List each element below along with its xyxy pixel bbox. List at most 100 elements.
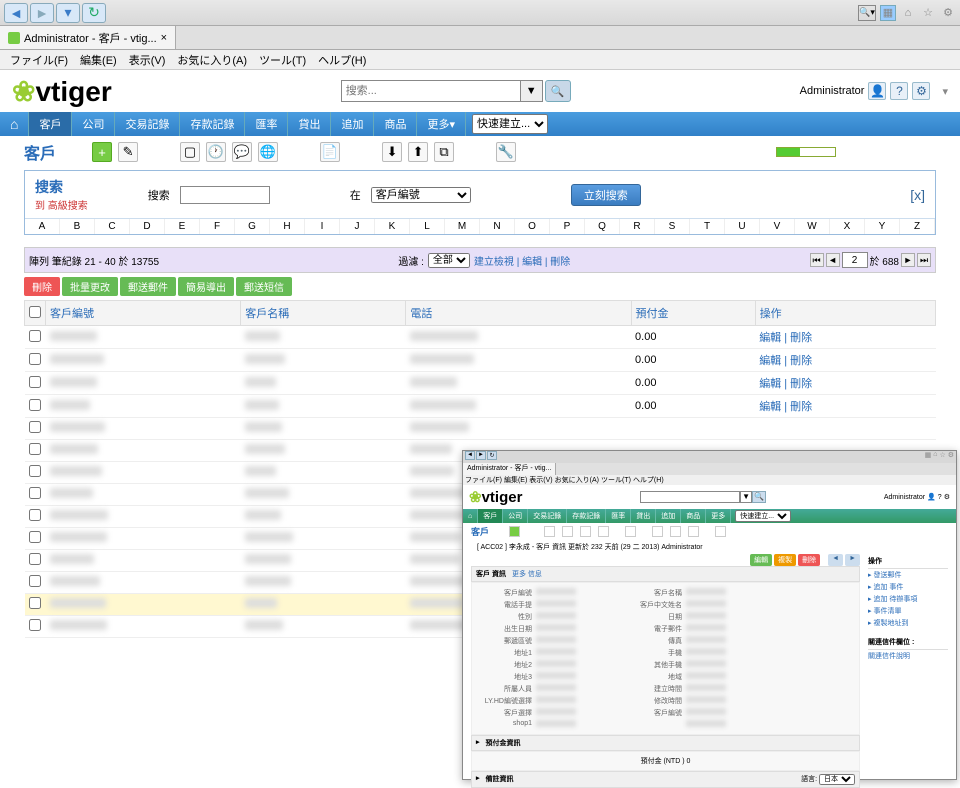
ov-menu-item[interactable]: ファイル(F)	[465, 475, 502, 485]
ov-nav-tab[interactable]: 匯率	[606, 509, 631, 523]
col-id[interactable]: 客戶編號	[46, 301, 241, 326]
col-deposit[interactable]: 預付金	[631, 301, 755, 326]
nav-rate[interactable]: 匯率	[245, 112, 288, 136]
tab-close-icon[interactable]: ×	[161, 32, 167, 44]
ov-tool-2[interactable]	[562, 526, 573, 537]
ov-tool-4[interactable]	[598, 526, 609, 537]
nav-loan[interactable]: 貸出	[288, 112, 331, 136]
menu-fav[interactable]: お気に入り(A)	[171, 50, 253, 69]
ov-search-btn[interactable]: 🔍	[752, 491, 766, 503]
filter-select[interactable]: 全部	[428, 253, 470, 268]
last-page-button[interactable]: ⏭	[917, 253, 931, 267]
ov-side-link[interactable]: ▸ 發送郵件	[868, 569, 948, 581]
gear-icon[interactable]: ⚙	[940, 5, 956, 21]
quick-create-select[interactable]: 快速建立...	[472, 114, 548, 134]
send-sms-button[interactable]: 郵送短信	[236, 277, 292, 296]
ov-next-button[interactable]: ►	[845, 554, 860, 566]
ov-edit-button[interactable]: 編輯	[750, 554, 772, 566]
home-icon[interactable]: ⌂	[900, 5, 916, 21]
row-checkbox[interactable]	[29, 597, 41, 609]
delete-button[interactable]: 刪除	[24, 277, 60, 296]
ov-nav-tab[interactable]: 客戶	[478, 509, 503, 523]
alpha-C[interactable]: C	[95, 219, 130, 234]
ov-nav-tab[interactable]: 公司	[503, 509, 528, 523]
nav-down-button[interactable]: ▾	[56, 3, 80, 23]
alpha-G[interactable]: G	[235, 219, 270, 234]
send-mail-button[interactable]: 郵送郵件	[120, 277, 176, 296]
ov-nav-tab[interactable]: 追加	[656, 509, 681, 523]
ov-tool-6[interactable]	[652, 526, 663, 537]
ov-user-icon[interactable]: 👤	[927, 493, 936, 501]
alpha-D[interactable]: D	[130, 219, 165, 234]
edit-button[interactable]: ✎	[118, 142, 138, 162]
ov-nav-tab[interactable]: 存款記錄	[567, 509, 606, 523]
ov-search-drop[interactable]: ▼	[740, 491, 752, 503]
nav-products[interactable]: 商品	[374, 112, 417, 136]
table-row[interactable]: 0.00編輯 | 刪除	[25, 349, 936, 372]
col-operate[interactable]: 操作	[755, 301, 935, 326]
ov-tool-1[interactable]	[544, 526, 555, 537]
row-checkbox[interactable]	[29, 376, 41, 388]
settings-icon[interactable]: ⚙	[912, 82, 930, 100]
alpha-E[interactable]: E	[165, 219, 200, 234]
table-row[interactable]: 0.00編輯 | 刪除	[25, 372, 936, 395]
ov-tab[interactable]: Administrator - 客戶 - vtig...	[463, 463, 556, 475]
row-checkbox[interactable]	[29, 443, 41, 455]
alpha-P[interactable]: P	[550, 219, 585, 234]
dup-icon[interactable]: ⧉	[434, 142, 454, 162]
caret-down-icon[interactable]: ▾	[942, 85, 948, 98]
search-dropdown[interactable]: ▼	[521, 80, 543, 102]
alpha-S[interactable]: S	[655, 219, 690, 234]
zoom-dropdown[interactable]: 🔍▾	[858, 5, 876, 21]
row-checkbox[interactable]	[29, 465, 41, 477]
row-checkbox[interactable]	[29, 353, 41, 365]
menu-file[interactable]: ファイル(F)	[4, 50, 74, 69]
nav-deposits[interactable]: 存款記錄	[180, 112, 245, 136]
ov-back-icon[interactable]: ◄	[465, 451, 475, 460]
row-operate-link[interactable]: 編輯 | 刪除	[759, 332, 812, 344]
search-field-select[interactable]: 客戶編號	[371, 187, 471, 203]
ov-side-link[interactable]: ▸ 追加 待辦事項	[868, 593, 948, 605]
alpha-H[interactable]: H	[270, 219, 305, 234]
ov-quick-select[interactable]: 快速建立...	[735, 510, 791, 522]
refresh-button[interactable]: ↻	[82, 3, 106, 23]
row-checkbox[interactable]	[29, 509, 41, 521]
nav-add[interactable]: 追加	[331, 112, 374, 136]
browser-tab[interactable]: Administrator - 客戶 - vtig... ×	[0, 26, 176, 49]
ov-add-button[interactable]	[509, 526, 520, 537]
ov-tool-5[interactable]	[625, 526, 636, 537]
ov-nav-home[interactable]: ⌂	[463, 509, 478, 523]
ov-gear-icon[interactable]: ⚙	[948, 451, 954, 463]
alpha-I[interactable]: I	[305, 219, 340, 234]
row-operate-link[interactable]: 編輯 | 刪除	[759, 355, 812, 367]
row-checkbox[interactable]	[29, 399, 41, 411]
clock-icon[interactable]: 🕐	[206, 142, 226, 162]
ov-menu-item[interactable]: ツール(T)	[601, 475, 631, 485]
alpha-X[interactable]: X	[830, 219, 865, 234]
mass-edit-button[interactable]: 批量更改	[62, 277, 118, 296]
ov-tool-7[interactable]	[670, 526, 681, 537]
search-term-input[interactable]	[180, 186, 270, 204]
ov-side-link[interactable]: ▸ 追加 事件	[868, 581, 948, 593]
nav-forward-button[interactable]: ►	[30, 3, 54, 23]
col-phone[interactable]: 電話	[406, 301, 631, 326]
ov-reload-icon[interactable]: ↻	[487, 451, 497, 460]
ov-tool-9[interactable]	[715, 526, 726, 537]
alpha-W[interactable]: W	[795, 219, 830, 234]
alpha-A[interactable]: A	[25, 219, 60, 234]
export-button[interactable]: 簡易導出	[178, 277, 234, 296]
nav-more[interactable]: 更多 ▾	[417, 112, 466, 136]
first-page-button[interactable]: ⏮	[810, 253, 824, 267]
nav-home[interactable]: ⌂	[0, 112, 29, 136]
ov-star-icon[interactable]: ☆	[939, 451, 945, 463]
world-icon[interactable]: 🌐	[258, 142, 278, 162]
ov-nav-tab[interactable]: 貸出	[631, 509, 656, 523]
calendar-icon[interactable]: ▢	[180, 142, 200, 162]
table-row[interactable]: 0.00編輯 | 刪除	[25, 326, 936, 349]
menu-view[interactable]: 表示(V)	[123, 50, 172, 69]
search-button[interactable]: 🔍	[545, 80, 571, 102]
ov-help-icon[interactable]: ?	[938, 494, 942, 501]
export-icon[interactable]: ⬆	[408, 142, 428, 162]
alpha-J[interactable]: J	[340, 219, 375, 234]
ov-lang-select[interactable]: 日本	[819, 774, 855, 785]
